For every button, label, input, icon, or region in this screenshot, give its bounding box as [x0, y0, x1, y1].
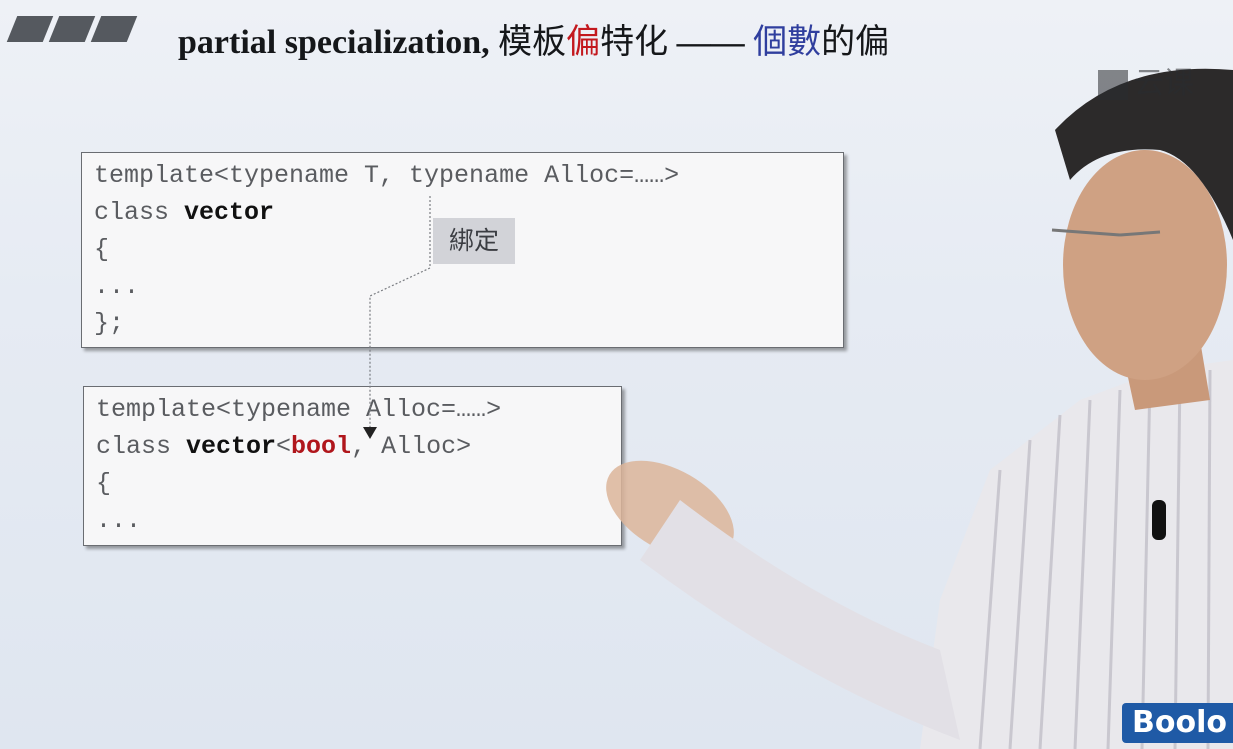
presenter-image	[606, 68, 1233, 749]
binding-label: 綁定	[433, 218, 515, 264]
code-line: template<typename Alloc=……>	[96, 395, 502, 424]
watermark-logo: 云课	[1098, 58, 1194, 102]
partial-specialization-code: template<typename Alloc=……> class vector…	[83, 386, 622, 546]
logo-text: 云课	[1134, 66, 1194, 101]
code-rest: , Alloc>	[351, 432, 472, 461]
code-bound-type: bool	[291, 432, 352, 461]
microphone-icon	[1152, 500, 1166, 540]
logo-square-icon	[1098, 69, 1128, 100]
code-line: ...	[96, 506, 142, 535]
title-decoration	[6, 16, 138, 42]
deco-bar	[48, 16, 96, 42]
code-class-name: vector	[184, 198, 275, 227]
title-part1: 模板	[498, 24, 567, 61]
code-class-name: vector	[186, 432, 277, 461]
deco-bar	[90, 16, 138, 42]
title-latin: partial specialization,	[178, 24, 490, 61]
brand-badge: Boolo	[1122, 703, 1233, 743]
presenter-arm	[640, 500, 960, 740]
code-angle: <	[276, 432, 292, 461]
code-line: class vector<bool, Alloc>	[96, 428, 609, 465]
code-keyword-class: class	[96, 432, 187, 461]
deco-bar	[6, 16, 54, 42]
code-keyword-class: class	[94, 198, 185, 227]
code-line: {	[96, 469, 112, 498]
presenter-face	[1063, 150, 1227, 380]
